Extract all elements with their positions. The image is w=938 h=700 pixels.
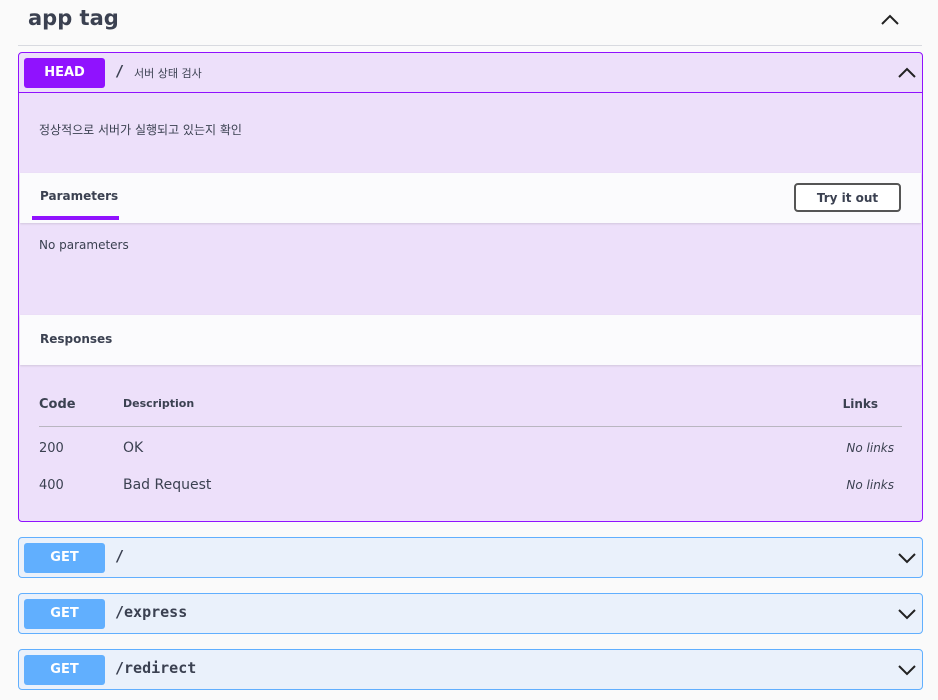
response-links: No links	[846, 478, 894, 492]
chevron-up-icon[interactable]	[896, 63, 918, 83]
tag-header[interactable]: app tag	[18, 0, 922, 46]
try-it-out-button[interactable]: Try it out	[794, 183, 901, 212]
response-code: 200	[39, 441, 64, 456]
response-row: 400 Bad Request No links	[39, 474, 902, 504]
response-links: No links	[846, 441, 894, 455]
method-badge: GET	[24, 543, 105, 573]
operation-path: /	[115, 547, 125, 565]
parameters-header: Parameters Try it out	[20, 173, 921, 223]
operation-summary[interactable]: GET /redirect	[19, 650, 922, 690]
response-description: Bad Request	[123, 477, 212, 493]
tab-parameters[interactable]: Parameters	[40, 189, 118, 203]
operation-head: HEAD / 서버 상태 검사 정상적으로 서버가 실행되고 있는지 확인 Pa…	[18, 52, 923, 522]
operation-path: /express	[115, 603, 188, 621]
header-divider	[39, 426, 902, 427]
method-badge: HEAD	[24, 58, 105, 88]
column-header-description: Description	[123, 397, 195, 410]
operation-summary[interactable]: HEAD / 서버 상태 검사	[19, 53, 922, 93]
operation-description: 정상적으로 서버가 실행되고 있는지 확인	[39, 123, 242, 137]
operation-path: /	[115, 62, 125, 80]
chevron-up-icon[interactable]	[878, 10, 902, 30]
chevron-down-icon[interactable]	[896, 660, 918, 680]
operation-get-root[interactable]: GET /	[18, 537, 923, 578]
operation-get-redirect[interactable]: GET /redirect	[18, 649, 923, 690]
response-code: 400	[39, 478, 64, 493]
responses-header: Responses	[20, 315, 921, 365]
operation-summary-text: 서버 상태 검사	[134, 67, 202, 80]
method-badge: GET	[24, 655, 105, 685]
method-badge: GET	[24, 599, 105, 629]
operation-summary[interactable]: GET /	[19, 538, 922, 578]
operation-path: /redirect	[115, 659, 197, 677]
column-header-code: Code	[39, 397, 76, 412]
operation-summary[interactable]: GET /express	[19, 594, 922, 634]
response-row: 200 OK No links	[39, 437, 902, 467]
operation-get-express[interactable]: GET /express	[18, 593, 923, 634]
responses-title: Responses	[40, 332, 113, 346]
no-parameters-text: No parameters	[39, 238, 129, 252]
column-header-links: Links	[842, 397, 878, 411]
chevron-down-icon[interactable]	[896, 548, 918, 568]
response-description: OK	[123, 440, 144, 456]
tag-title: app tag	[28, 6, 119, 30]
tab-active-indicator	[32, 216, 119, 220]
chevron-down-icon[interactable]	[896, 604, 918, 624]
